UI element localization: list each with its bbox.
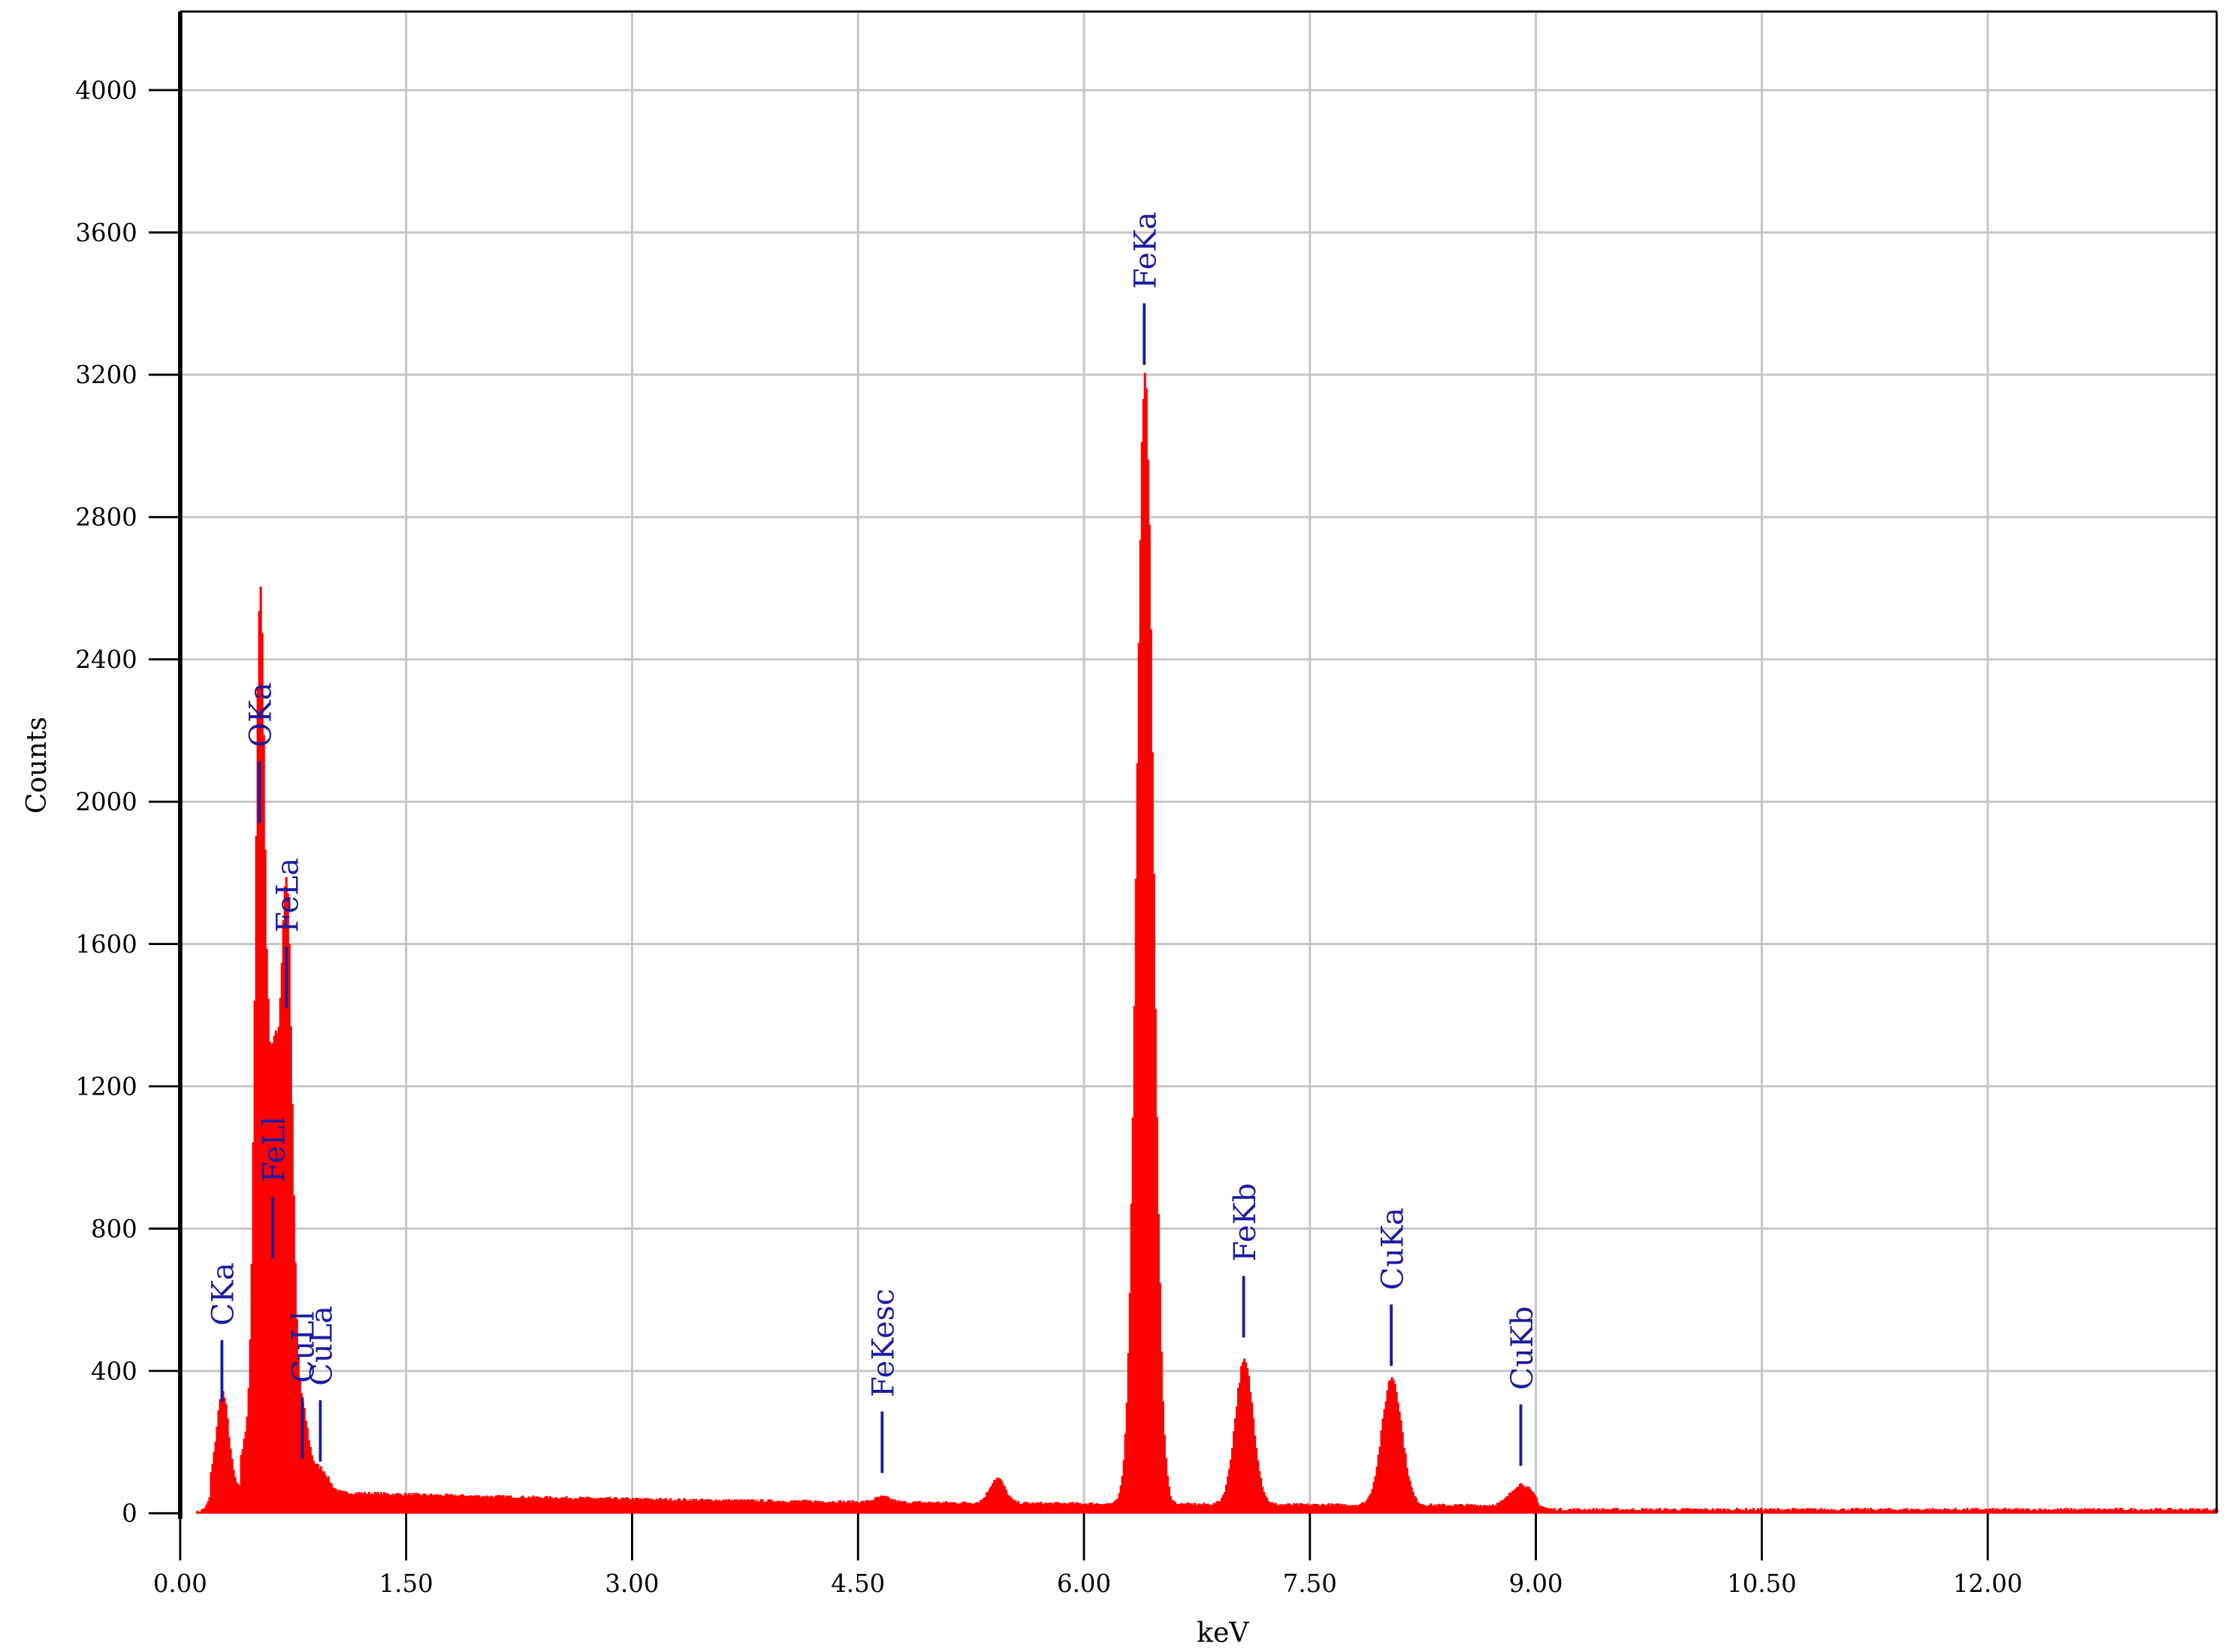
x-tick-label: 0.00 [153,1569,207,1598]
peak-label: FeLl [257,1116,291,1183]
x-tick-label: 12.00 [1953,1569,2023,1598]
peak-label: CuKa [1375,1207,1410,1290]
x-axis-ticks: 0.00 1.50 3.00 4.50 6.00 7.50 9.00 10.50 12.00 [153,1513,2023,1598]
y-axis-ticks: 0 400 800 1200 1600 2000 2400 2800 3200 3600 4000 [75,76,180,1528]
y-tick-label: 3600 [75,219,137,247]
x-axis-label: keV [1197,1617,1249,1649]
peak-label: FeKesc [867,1288,901,1397]
y-tick-label: 2000 [75,788,137,817]
x-tick-label: 10.50 [1727,1569,1797,1598]
peak-label: CuLa [305,1306,340,1386]
y-tick-label: 2400 [75,645,137,674]
x-tick-label: 4.50 [831,1569,885,1598]
x-tick-label: 1.50 [379,1569,433,1598]
y-tick-label: 2800 [75,503,137,532]
y-tick-label: 800 [91,1215,137,1243]
x-tick-label: 7.50 [1283,1569,1337,1598]
peak-label: FeLa [270,858,305,933]
y-tick-label: 3200 [75,361,137,389]
x-tick-label: 6.00 [1057,1569,1111,1598]
x-tick-label: 3.00 [605,1569,659,1598]
eds-spectrum-chart: CKaOKaFeLlFeLaCuLlCuLa FeKescFeKaFeKb CuKa… [20,10,2219,1649]
y-tick-label: 1200 [75,1072,137,1101]
y-tick-label: 0 [122,1499,137,1528]
plot-frame [178,10,2218,1519]
y-tick-label: 4000 [75,76,137,104]
peak-label: FeKa [1128,212,1163,289]
x-tick-label: 9.00 [1509,1569,1563,1598]
y-axis-label: Counts [20,717,53,814]
peak-label: CuKb [1505,1306,1540,1391]
y-tick-label: 400 [91,1357,137,1385]
peak-label: OKa [243,682,278,747]
peak-label: CKa [207,1262,241,1325]
grid-lines [180,11,2217,1514]
peak-label: FeKb [1228,1183,1263,1262]
y-tick-label: 1600 [75,930,137,959]
